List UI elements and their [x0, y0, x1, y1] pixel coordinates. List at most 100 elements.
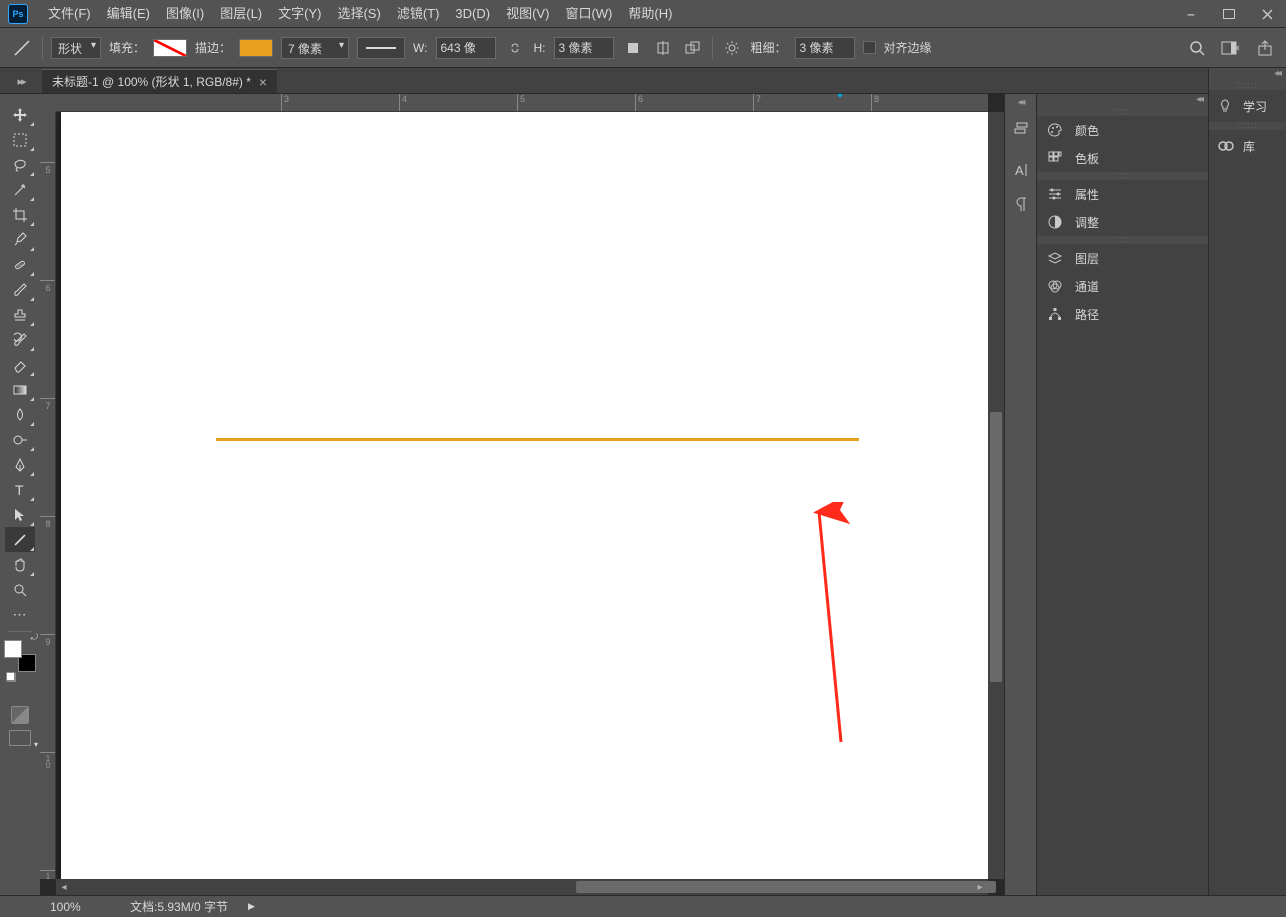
scroll-left-icon[interactable]: ◂ — [56, 882, 72, 893]
scrollbar-horizontal[interactable]: ◂ ▸ — [56, 879, 988, 895]
menu-window[interactable]: 窗口(W) — [557, 0, 620, 28]
panel-learn[interactable]: 学习 — [1209, 90, 1286, 122]
tool-mode-select[interactable]: 形状 — [51, 37, 101, 59]
tool-stamp[interactable] — [5, 302, 35, 327]
tool-move[interactable] — [5, 102, 35, 127]
width-label: W: — [413, 41, 427, 55]
shape-line[interactable] — [216, 438, 859, 441]
collapse-icon[interactable]: ◂◂ — [1017, 97, 1023, 108]
document-tab[interactable]: 未标题-1 @ 100% (形状 1, RGB/8#) * × — [42, 69, 277, 93]
active-tool-icon[interactable] — [10, 36, 34, 60]
tool-hand[interactable] — [5, 552, 35, 577]
tool-eyedropper[interactable] — [5, 227, 35, 252]
tool-blur[interactable] — [5, 402, 35, 427]
zoom-level[interactable]: 100% — [50, 900, 110, 914]
panel-grip[interactable]: :::::: — [1037, 108, 1208, 116]
fill-swatch[interactable] — [153, 39, 187, 57]
menu-view[interactable]: 视图(V) — [498, 0, 557, 28]
tool-text[interactable]: T — [5, 477, 35, 502]
sliders-icon — [1047, 186, 1065, 202]
panel-color[interactable]: 颜色 — [1037, 116, 1208, 144]
search-icon[interactable] — [1186, 37, 1208, 59]
tool-gradient[interactable] — [5, 377, 35, 402]
panel-paragraph-icon[interactable] — [1006, 189, 1036, 219]
tool-line[interactable] — [5, 527, 35, 552]
panel-channels[interactable]: 通道 — [1037, 272, 1208, 300]
panel-grip[interactable]: :::::: — [1037, 172, 1208, 180]
stroke-width-select[interactable]: 7 像素 — [281, 37, 349, 59]
panel-layers[interactable]: 图层 — [1037, 244, 1208, 272]
path-ops-icon[interactable] — [622, 37, 644, 59]
ruler-vertical[interactable]: 5 6 7 8 9 10 11 — [40, 112, 56, 879]
color-swatches[interactable]: ⤾ — [4, 640, 36, 672]
menu-image[interactable]: 图像(I) — [158, 0, 212, 28]
workspace-switcher-icon[interactable] — [1220, 37, 1242, 59]
panel-properties[interactable]: 属性 — [1037, 180, 1208, 208]
tool-zoom[interactable] — [5, 577, 35, 602]
default-colors-icon[interactable] — [6, 672, 16, 682]
tool-crop[interactable] — [5, 202, 35, 227]
align-edges-checkbox[interactable] — [863, 41, 876, 54]
panel-grip[interactable]: :::::: — [1037, 236, 1208, 244]
tool-brush[interactable] — [5, 277, 35, 302]
window-maximize-button[interactable] — [1210, 0, 1248, 28]
weight-input[interactable] — [795, 37, 855, 59]
quick-mask-button[interactable] — [11, 706, 29, 724]
path-align-icon[interactable] — [652, 37, 674, 59]
scrollbar-thumb[interactable] — [576, 881, 996, 893]
tool-marquee[interactable] — [5, 127, 35, 152]
stroke-style-select[interactable] — [357, 37, 405, 59]
menu-help[interactable]: 帮助(H) — [620, 0, 680, 28]
tool-edit-toolbar[interactable]: ⋯ — [5, 602, 35, 627]
panel-paths[interactable]: 路径 — [1037, 300, 1208, 328]
tool-history-brush[interactable] — [5, 327, 35, 352]
ruler-horizontal[interactable]: 3 4 5 6 7 8 9 — [56, 94, 988, 112]
far-right-panels: ◂◂ :::::: 学习 :::::: 库 — [1208, 68, 1286, 895]
tool-path-select[interactable] — [5, 502, 35, 527]
menu-filter[interactable]: 滤镜(T) — [389, 0, 448, 28]
scroll-right-icon[interactable]: ▸ — [972, 882, 988, 893]
tab-close-icon[interactable]: × — [259, 70, 267, 94]
doc-info[interactable]: 文档:5.93M/0 字节 — [130, 898, 228, 915]
canvas-viewport[interactable] — [56, 112, 988, 879]
panel-adjustments[interactable]: 调整 — [1037, 208, 1208, 236]
menu-layer[interactable]: 图层(L) — [212, 0, 270, 28]
scrollbar-vertical[interactable] — [988, 112, 1004, 879]
tool-lasso[interactable] — [5, 152, 35, 177]
tab-overflow-button[interactable]: ▸▸ — [3, 68, 39, 94]
window-minimize-button[interactable]: ‒ — [1172, 0, 1210, 28]
document-canvas[interactable] — [61, 112, 988, 879]
height-input[interactable] — [554, 37, 614, 59]
doc-info-menu-icon[interactable]: ▶ — [248, 901, 255, 912]
width-input[interactable] — [436, 37, 496, 59]
panel-libraries[interactable]: 库 — [1209, 130, 1286, 162]
menu-file[interactable]: 文件(F) — [40, 0, 99, 28]
tool-heal[interactable] — [5, 252, 35, 277]
stroke-swatch[interactable] — [239, 39, 273, 57]
svg-text:T: T — [15, 482, 24, 498]
path-arrange-icon[interactable] — [682, 37, 704, 59]
tool-dodge[interactable] — [5, 427, 35, 452]
window-close-button[interactable] — [1248, 0, 1286, 28]
tool-pen[interactable] — [5, 452, 35, 477]
panel-grip[interactable]: :::::: — [1209, 82, 1286, 90]
tool-eraser[interactable] — [5, 352, 35, 377]
menu-3d[interactable]: 3D(D) — [447, 0, 498, 28]
scrollbar-thumb[interactable] — [990, 412, 1002, 682]
gear-icon[interactable] — [721, 37, 743, 59]
ruler-tick: 4 — [399, 94, 407, 112]
foreground-color-swatch[interactable] — [4, 640, 22, 658]
panel-grip[interactable]: :::::: — [1209, 122, 1286, 130]
swap-colors-icon[interactable]: ⤾ — [31, 632, 39, 643]
ruler-origin[interactable] — [40, 94, 56, 112]
screen-mode-button[interactable] — [9, 730, 31, 746]
panel-character-icon[interactable]: A — [1006, 155, 1036, 185]
share-icon[interactable] — [1254, 37, 1276, 59]
link-wh-icon[interactable] — [504, 37, 526, 59]
tool-wand[interactable] — [5, 177, 35, 202]
panel-swatches[interactable]: 色板 — [1037, 144, 1208, 172]
menu-select[interactable]: 选择(S) — [329, 0, 388, 28]
menu-edit[interactable]: 编辑(E) — [99, 0, 158, 28]
panel-history-icon[interactable] — [1006, 113, 1036, 143]
menu-type[interactable]: 文字(Y) — [270, 0, 329, 28]
